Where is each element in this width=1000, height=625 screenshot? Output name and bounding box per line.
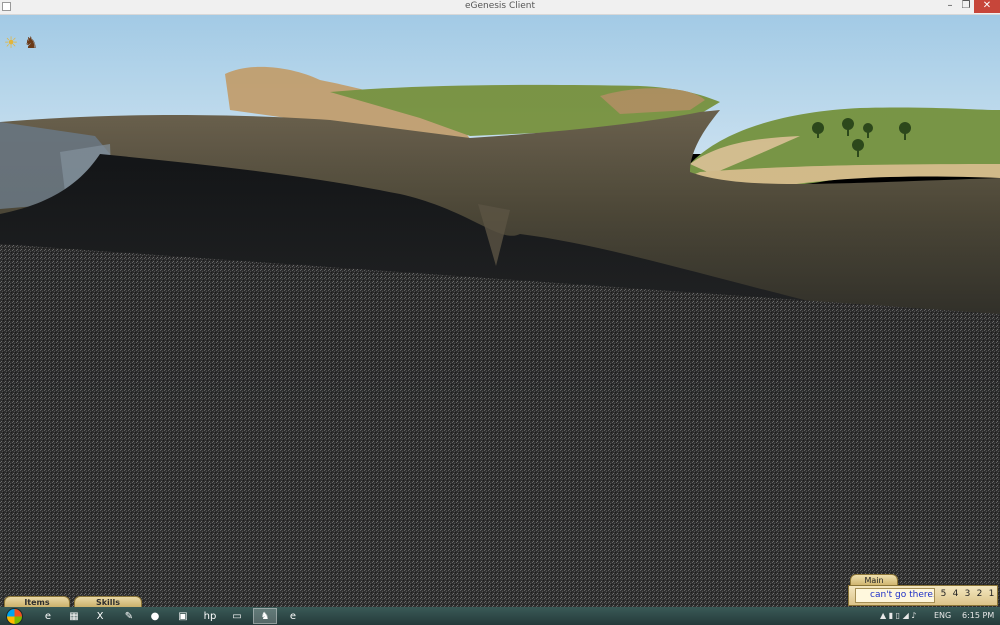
hp-icon[interactable]: hp [198, 608, 222, 624]
start-button[interactable] [3, 607, 25, 625]
chat-num-4[interactable]: 4 [951, 589, 960, 599]
sun-icon[interactable]: ☀ [2, 30, 20, 54]
taskbar: e ▦ X ✎ ● ▣ hp ▭ ♞ e ▲ ▮ ▯ ◢ ♪ ENG 6:15 … [0, 607, 1000, 625]
knight-icon[interactable]: ♞ [22, 30, 40, 54]
chat-number-buttons: 5 4 3 2 1 [939, 589, 996, 599]
app-icon[interactable]: ▣ [171, 608, 195, 624]
egenesis-icon[interactable]: ♞ [253, 608, 277, 624]
window-icon[interactable]: ▭ [225, 608, 249, 624]
game-viewport[interactable]: ☀ ♞ [0, 14, 1000, 607]
window-title: eGenesis Client [464, 1, 536, 11]
clock[interactable]: 6:15 PM [962, 611, 994, 620]
system-tray: ▲ ▮ ▯ ◢ ♪ ENG 6:15 PM [880, 607, 1000, 625]
windows-orb-icon [5, 607, 23, 625]
chat-num-3[interactable]: 3 [963, 589, 972, 599]
tray-icons[interactable]: ▲ ▮ ▯ ◢ ♪ [880, 611, 916, 620]
maximize-button[interactable]: ❐ [958, 0, 974, 13]
excel-icon[interactable]: X [88, 608, 112, 624]
explorer-icon[interactable]: ▦ [62, 608, 86, 624]
paint-icon[interactable]: ✎ [117, 608, 141, 624]
minimize-button[interactable]: – [942, 0, 958, 13]
chat-num-1[interactable]: 1 [987, 589, 996, 599]
ie-icon[interactable]: e [36, 608, 60, 624]
language-indicator[interactable]: ENG [934, 611, 951, 620]
terrain [0, 14, 1000, 607]
chat-panel: can't go there. 5 4 3 2 1 [848, 585, 998, 606]
close-button[interactable]: ✕ [974, 0, 1000, 13]
hud-icons: ☀ ♞ [2, 30, 40, 54]
title-bar: eGenesis Client – ❐ ✕ [0, 0, 1000, 15]
egenesis-window: eGenesis Client – ❐ ✕ ☀ ♞ Items Skills M… [0, 0, 1000, 625]
norton-icon[interactable]: ● [143, 608, 167, 624]
chat-num-2[interactable]: 2 [975, 589, 984, 599]
browser-icon[interactable]: e [281, 608, 305, 624]
chat-message: can't go there. [855, 588, 935, 603]
chat-num-5[interactable]: 5 [939, 589, 948, 599]
